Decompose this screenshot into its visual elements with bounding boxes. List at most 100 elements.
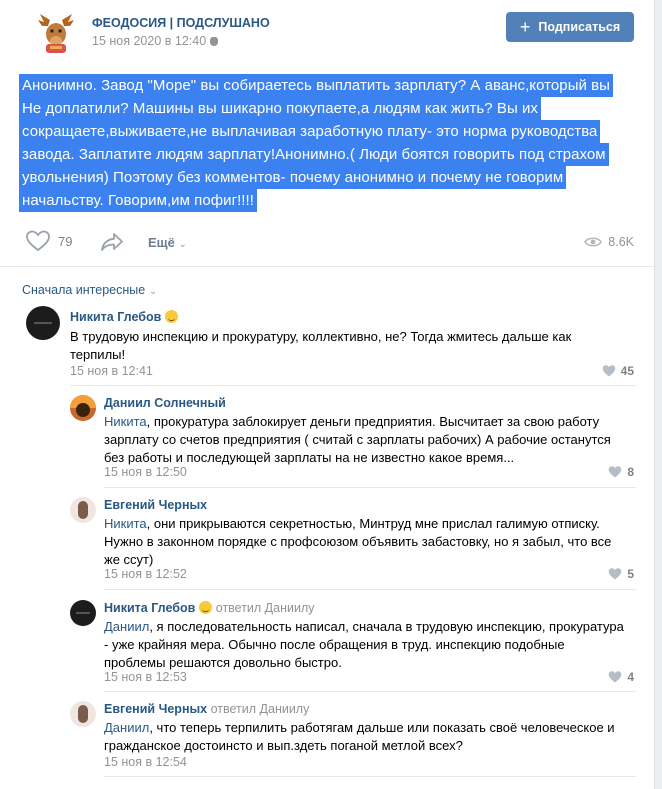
comment-text-line: В трудовую инспекцию и прокуратуру, колл… (70, 329, 572, 344)
comment: Евгений Черных ответил Даниилу Даниил, ч… (70, 701, 636, 779)
avatar-figure (78, 501, 88, 519)
eye-icon (584, 237, 603, 247)
comment: Евгений Черных Никита, они прикрываются … (70, 497, 636, 587)
comment-date[interactable]: 15 ноя в 12:50 (104, 465, 187, 479)
comment-like-button[interactable]: 45 (602, 364, 634, 378)
reply-to-label[interactable]: ответил Даниилу (216, 601, 315, 615)
more-button[interactable]: Ещё ⌄ (148, 235, 187, 250)
comment-author[interactable]: Даниил Солнечный (104, 396, 226, 410)
heart-icon (609, 671, 622, 683)
post-actions: 79 Ещё ⌄ 8.6K (22, 228, 634, 258)
post-card: ФЕОДОСИЯ | ПОДСЛУШАНО 15 ноя 2020 в 12:4… (0, 0, 655, 789)
comment: Никита Глебов В трудовую инспекцию и про… (26, 306, 636, 386)
post-text: Анонимно. Завод "Море" вы собираетесь вы… (19, 74, 642, 212)
share-button[interactable] (100, 232, 124, 255)
avatar[interactable] (70, 497, 96, 523)
comment-like-count: 45 (620, 364, 634, 378)
like-count: 79 (58, 233, 73, 249)
comment-date[interactable]: 15 ноя в 12:52 (104, 567, 187, 581)
author-name[interactable]: Никита Глебов (70, 310, 161, 324)
sort-label: Сначала интересные (22, 283, 146, 297)
post-text-line: Анонимно. Завод "Море" вы собираетесь вы… (19, 74, 614, 97)
plus-icon: + (519, 17, 531, 37)
mention-link[interactable]: Никита (104, 516, 147, 531)
avatar-figure (78, 705, 88, 723)
post-text-line: сокращаете,выживаете,не выплачивая зараб… (19, 120, 601, 143)
comment-text-line: , они прикрываются секретностью, Минтруд… (146, 516, 600, 531)
subscribe-button[interactable]: + Подписаться (506, 12, 634, 42)
comment-text-line: терпилы! (70, 347, 126, 362)
smiley-icon (199, 601, 213, 614)
comment-date[interactable]: 15 ноя в 12:53 (104, 670, 187, 684)
comment-text-line: , что теперь терпилить работягам дальше … (149, 720, 615, 735)
author-name[interactable]: Евгений Черных (104, 702, 207, 716)
comment-text: Даниил, я последовательность написал, сн… (104, 618, 636, 672)
heart-icon (609, 568, 622, 580)
avatar[interactable] (70, 600, 96, 626)
comment-text-line: Нужно в законном порядке с профсоюзом об… (104, 534, 612, 549)
comment-text: Никита, прокуратура заблокирует деньги п… (104, 413, 636, 467)
divider (104, 691, 636, 692)
post-text-line: начальству. Говорим,им пофиг!!!! (19, 189, 257, 212)
group-avatar[interactable] (32, 8, 80, 56)
heart-icon (602, 365, 615, 377)
views-count: 8.6K (608, 235, 634, 249)
comment-like-button[interactable]: 4 (608, 670, 634, 684)
views-counter: 8.6K (584, 235, 634, 249)
author-name[interactable]: Никита Глебов (104, 601, 195, 615)
avatar-sun (76, 403, 90, 417)
post-text-line: завода. Заплатите людям зарплату!Анонимн… (19, 143, 609, 166)
comment-author[interactable]: Евгений Черных (104, 498, 207, 512)
divider (0, 266, 654, 267)
heart-icon (26, 230, 50, 252)
comment: Даниил Солнечный Никита, прокуратура заб… (70, 395, 636, 485)
comment-like-count: 4 (627, 670, 634, 684)
avatar-mark (76, 612, 90, 614)
chevron-down-icon: ⌄ (148, 286, 158, 297)
reply-to-label[interactable]: ответил Даниилу (211, 702, 310, 716)
mention-link[interactable]: Никита (104, 414, 147, 429)
comment-author[interactable]: Никита Глебов (70, 310, 179, 324)
comment-author[interactable]: Евгений Черных ответил Даниилу (104, 702, 309, 716)
subscribe-label: Подписаться (538, 20, 621, 34)
smiley-icon (165, 310, 179, 323)
comment-text: В трудовую инспекцию и прокуратуру, колл… (70, 328, 630, 364)
comment-date[interactable]: 15 ноя в 12:54 (104, 755, 187, 769)
post-text-line: Не доплатили? Машины вы шикарно покупает… (19, 97, 541, 120)
comment-like-button[interactable]: 8 (608, 465, 634, 479)
comment-like-button[interactable]: 5 (608, 567, 634, 581)
comment-text-line: гражданское достоинсто и вып.здеть поган… (104, 738, 463, 753)
comment-like-count: 5 (627, 567, 634, 581)
divider (104, 776, 636, 777)
comment-text-line: - уже крайняя мера. Обычно после обращен… (104, 637, 565, 652)
post-date-text[interactable]: 15 ноя 2020 в 12:40 (92, 34, 206, 48)
comments-sort-dropdown[interactable]: Сначала интересные ⌄ (22, 283, 157, 297)
heart-icon (609, 466, 622, 478)
post-text-line: увольнения) Поэтому без комментов- почем… (19, 166, 567, 189)
like-button[interactable]: 79 (26, 230, 72, 252)
apple-icon (210, 37, 219, 46)
comment: Никита Глебов ответил Даниилу Даниил, я … (70, 600, 636, 690)
divider (104, 589, 636, 590)
moose-logo-icon (38, 14, 74, 53)
group-name[interactable]: ФЕОДОСИЯ | ПОДСЛУШАНО (92, 16, 270, 30)
mention-link[interactable]: Даниил (104, 619, 149, 634)
divider (104, 487, 636, 488)
more-label: Ещё (148, 235, 175, 250)
comment-text-line: , я последовательность написал, сначала … (149, 619, 624, 634)
comment-author[interactable]: Никита Глебов ответил Даниилу (104, 601, 315, 615)
avatar[interactable] (70, 701, 96, 727)
comment-text-line: зарплату со счетов предприятия ( считай … (104, 432, 611, 447)
comment-text: Никита, они прикрываются секретностью, М… (104, 515, 636, 569)
mention-link[interactable]: Даниил (104, 720, 149, 735)
avatar-mark (34, 322, 52, 324)
avatar[interactable] (26, 306, 60, 340)
divider (70, 385, 636, 386)
share-icon (101, 233, 123, 251)
comment-text: Даниил, что теперь терпилить работягам д… (104, 719, 636, 755)
comment-text-line: , прокуратура заблокирует деньги предпри… (146, 414, 600, 429)
avatar[interactable] (70, 395, 96, 421)
comment-like-count: 8 (627, 465, 634, 479)
comment-date[interactable]: 15 ноя в 12:41 (70, 364, 153, 378)
post-date[interactable]: 15 ноя 2020 в 12:40 (92, 34, 219, 48)
